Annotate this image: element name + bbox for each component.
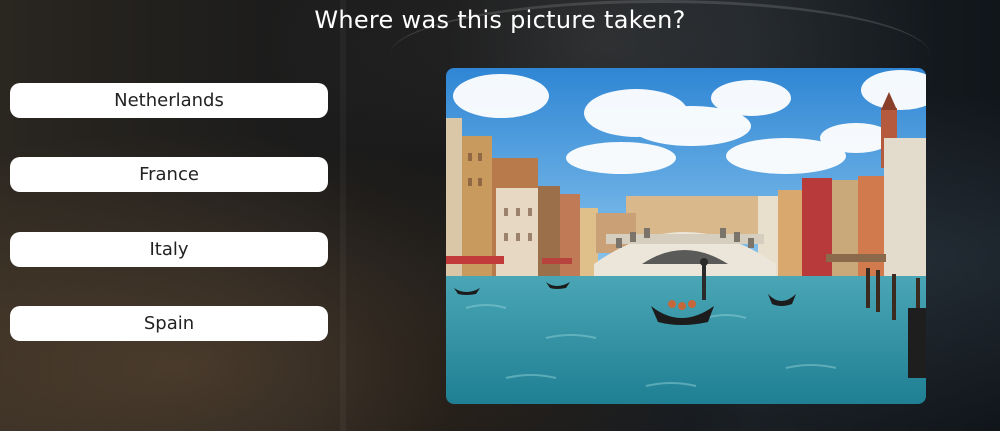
answer-label: Netherlands xyxy=(114,90,224,111)
answer-button-spain[interactable]: Spain xyxy=(10,306,328,341)
answer-button-italy[interactable]: Italy xyxy=(10,232,328,267)
answer-label: Italy xyxy=(149,239,189,260)
answer-button-france[interactable]: France xyxy=(10,157,328,192)
answer-label: Spain xyxy=(143,313,195,334)
quiz-photo xyxy=(446,68,926,404)
question-title: Where was this picture taken? xyxy=(314,6,686,34)
answer-label: France xyxy=(139,164,199,185)
background-divider xyxy=(340,0,346,431)
answer-button-netherlands[interactable]: Netherlands xyxy=(10,83,328,118)
